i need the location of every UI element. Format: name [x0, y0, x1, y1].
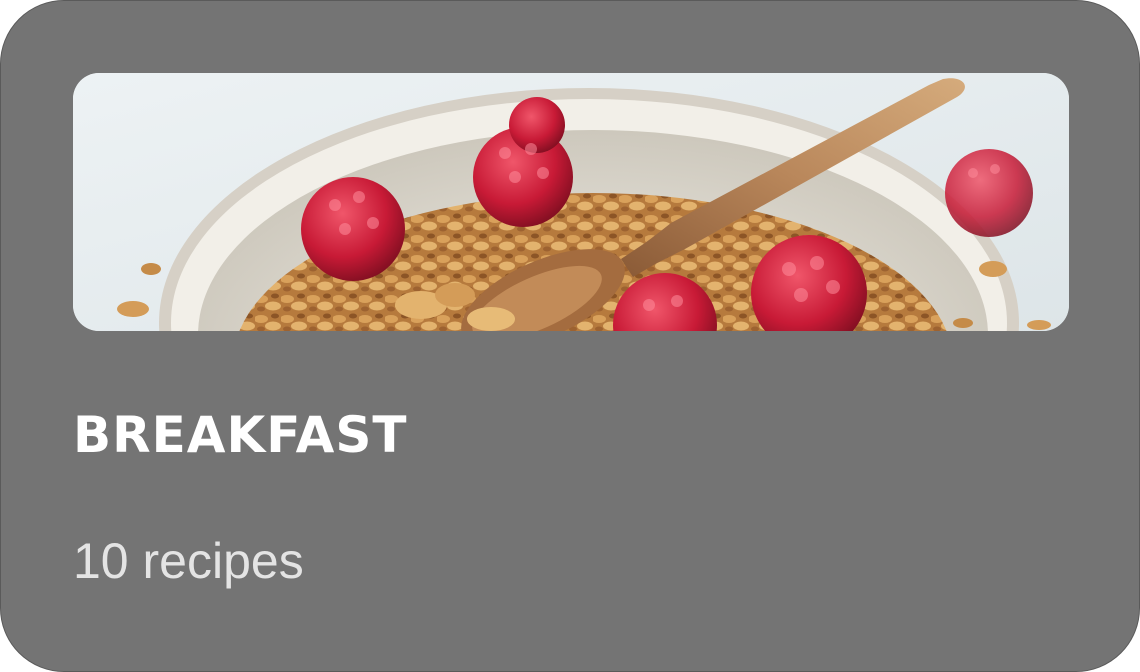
- recipe-count: 10 recipes: [73, 533, 304, 589]
- category-title: BREAKFAST: [73, 406, 408, 464]
- category-image: [73, 73, 1069, 331]
- category-card[interactable]: BREAKFAST 10 recipes: [0, 0, 1140, 672]
